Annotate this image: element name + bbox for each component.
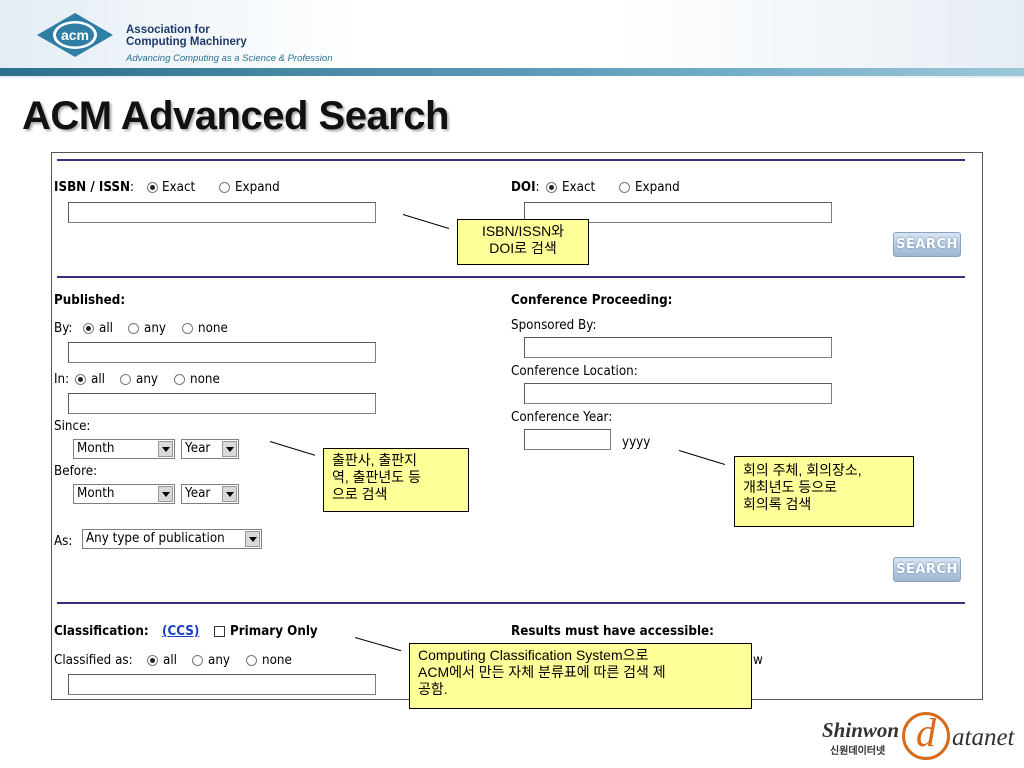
datanet-logo-text: atanet [952,724,1015,751]
published-heading: Published: [54,293,126,308]
publication-type-select[interactable]: Any type of publication [82,529,262,549]
class-all-radio[interactable] [147,655,158,666]
doi-expand-radio[interactable] [619,182,630,193]
callout-published: 출판사, 출판지 역, 출판년도 등 으로 검색 [323,448,469,512]
doi-exact-label: Exact [562,180,596,195]
results-heading: Results must have accessible: [511,624,714,639]
since-year-select[interactable]: Year [181,439,239,459]
published-in-input[interactable] [68,393,376,414]
ccs-link[interactable]: (CCS) [162,624,199,639]
location-input[interactable] [524,383,832,404]
in-any-radio[interactable] [120,374,131,385]
by-any-label: any [144,321,166,336]
conference-heading: Conference Proceeding: [511,293,673,308]
section-divider [57,276,965,278]
org-name-line2: Computing Machinery [126,36,247,48]
by-label: By: [54,321,73,336]
shinwon-korean-text: 신원데이터넷 [830,746,886,757]
in-none-radio[interactable] [174,374,185,385]
by-any-radio[interactable] [128,323,139,334]
callout-isbn-doi: ISBN/ISSN와 DOI로 검색 [457,219,589,265]
results-partial-label: w [753,653,763,668]
doi-label: DOI: [511,180,540,195]
conf-year-label: Conference Year: [511,410,613,425]
svg-text:acm: acm [61,27,89,43]
isbn-expand-radio[interactable] [219,182,230,193]
year-format-hint: yyyy [622,435,651,450]
header-bar [0,68,1024,76]
slide-title: ACM Advanced Search [22,94,449,138]
conf-year-input[interactable] [524,429,611,450]
before-label: Before: [54,464,98,479]
classified-as-label: Classified as: [54,653,133,668]
class-any-radio[interactable] [192,655,203,666]
in-none-label: none [190,372,220,387]
primary-only-checkbox[interactable] [214,626,225,637]
datanet-at-icon: d [902,712,950,760]
sponsored-input[interactable] [524,337,832,358]
by-all-label: all [99,321,113,336]
by-none-label: none [198,321,228,336]
isbn-input[interactable] [68,202,376,223]
doi-expand-label: Expand [635,180,680,195]
in-label: In: [54,372,70,387]
location-label: Conference Location: [511,364,638,379]
as-label: As: [54,534,73,549]
published-by-input[interactable] [68,342,376,363]
classification-input[interactable] [68,674,376,695]
shinwon-logo-text: Shinwon [822,718,900,742]
since-month-select[interactable]: Month [73,439,175,459]
isbn-exact-radio[interactable] [147,182,158,193]
isbn-exact-label: Exact [162,180,196,195]
by-none-radio[interactable] [182,323,193,334]
before-year-select[interactable]: Year [181,484,239,504]
search-button-bottom[interactable]: SEARCH [893,557,961,582]
isbn-expand-label: Expand [235,180,280,195]
primary-only-label: Primary Only [230,624,318,639]
doi-exact-radio[interactable] [546,182,557,193]
chevron-down-icon [245,531,260,547]
class-none-radio[interactable] [246,655,257,666]
class-any-label: any [208,653,230,668]
by-all-radio[interactable] [83,323,94,334]
callout-conference: 회의 주체, 회의장소, 개최년도 등으로 회의록 검색 [734,456,914,527]
search-button-top[interactable]: SEARCH [893,232,961,257]
class-all-label: all [163,653,177,668]
sponsored-label: Sponsored By: [511,318,597,333]
section-divider [57,602,965,604]
in-all-label: all [91,372,105,387]
chevron-down-icon [158,486,173,502]
chevron-down-icon [158,441,173,457]
callout-classification: Computing Classification System으로 ACM에서 만… [409,643,752,709]
since-label: Since: [54,419,91,434]
isbn-label: ISBN / ISSN: [54,180,135,195]
acm-logo: acm [37,13,113,57]
class-none-label: none [262,653,292,668]
in-all-radio[interactable] [75,374,86,385]
chevron-down-icon [222,441,237,457]
chevron-down-icon [222,486,237,502]
section-divider [57,159,965,161]
org-tagline: Advancing Computing as a Science & Profe… [126,53,333,64]
in-any-label: any [136,372,158,387]
before-month-select[interactable]: Month [73,484,175,504]
classification-heading: Classification: [54,624,149,639]
